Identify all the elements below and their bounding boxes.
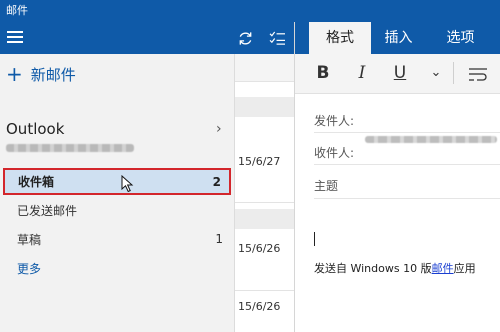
from-address-blurred[interactable] [365, 136, 497, 143]
ribbon-tabs: 格式 插入 选项 [295, 22, 500, 54]
message-date[interactable]: 15/6/26 [238, 300, 280, 313]
text-caret[interactable] [314, 232, 315, 246]
date-group-header [235, 97, 294, 117]
signature-text[interactable]: 发送自 Windows 10 版邮件应用 [314, 260, 476, 276]
sync-icon[interactable] [237, 30, 254, 47]
folder-label: 收件箱 [18, 175, 55, 189]
select-mode-icon[interactable] [269, 31, 286, 46]
plus-icon: + [6, 62, 23, 86]
folder-drafts[interactable]: 草稿 1 [0, 225, 235, 253]
mouse-pointer-icon [121, 175, 134, 193]
tab-insert[interactable]: 插入 [371, 22, 426, 54]
format-toolbar: B I U ⌄ [295, 54, 500, 94]
new-mail-button[interactable]: + 新邮件 [6, 62, 76, 86]
folder-label: 更多 [17, 261, 42, 276]
message-date[interactable]: 15/6/27 [238, 155, 280, 168]
message-date[interactable]: 15/6/26 [238, 242, 280, 255]
signature-prefix: 发送自 Windows 10 版 [314, 262, 432, 275]
folder-label: 草稿 [17, 232, 42, 247]
subject-field[interactable]: 主题 [314, 177, 338, 194]
message-divider [235, 202, 294, 203]
field-divider [314, 132, 500, 133]
folder-more[interactable]: 更多 [0, 254, 235, 282]
new-mail-label: 新邮件 [30, 65, 76, 84]
list-search-bar [235, 54, 294, 82]
hamburger-menu-icon[interactable] [7, 31, 23, 43]
chevron-right-icon[interactable]: › [216, 121, 222, 137]
message-divider [235, 290, 294, 291]
underline-button[interactable]: U [392, 62, 408, 84]
mail-app-link[interactable]: 邮件 [432, 262, 454, 275]
toolbar-divider [453, 62, 454, 84]
folder-sent[interactable]: 已发送邮件 [0, 196, 235, 224]
tab-options[interactable]: 选项 [433, 22, 488, 54]
draft-count: 1 [215, 232, 223, 246]
unread-count: 2 [212, 174, 221, 189]
tab-format[interactable]: 格式 [309, 22, 371, 54]
window-title: 邮件 [0, 0, 500, 22]
field-divider [314, 198, 500, 199]
bold-button[interactable]: B [315, 62, 331, 84]
list-header [235, 22, 294, 54]
account-name[interactable]: Outlook [6, 120, 64, 138]
folder-label: 已发送邮件 [17, 203, 78, 218]
compose-pane: 格式 插入 选项 B I U ⌄ 发件人: 收件人: 主题 发送自 Window… [295, 22, 500, 332]
navigation-pane: + 新邮件 Outlook › 收件箱 2 已发送邮件 草稿 1 更多 [0, 22, 235, 332]
message-list-pane: 15/6/27 15/6/26 15/6/26 [235, 22, 295, 332]
date-group-header [235, 209, 294, 229]
nav-header [0, 22, 235, 54]
italic-button[interactable]: I [355, 62, 369, 84]
from-label: 发件人: [314, 114, 355, 128]
signature-suffix: 应用 [453, 262, 476, 275]
paragraph-format-icon[interactable] [468, 66, 488, 82]
to-label[interactable]: 收件人: [314, 144, 354, 161]
field-divider [314, 164, 500, 165]
chevron-down-icon[interactable]: ⌄ [429, 62, 443, 84]
account-email-blurred [6, 144, 134, 152]
folder-inbox[interactable]: 收件箱 2 [3, 168, 231, 195]
